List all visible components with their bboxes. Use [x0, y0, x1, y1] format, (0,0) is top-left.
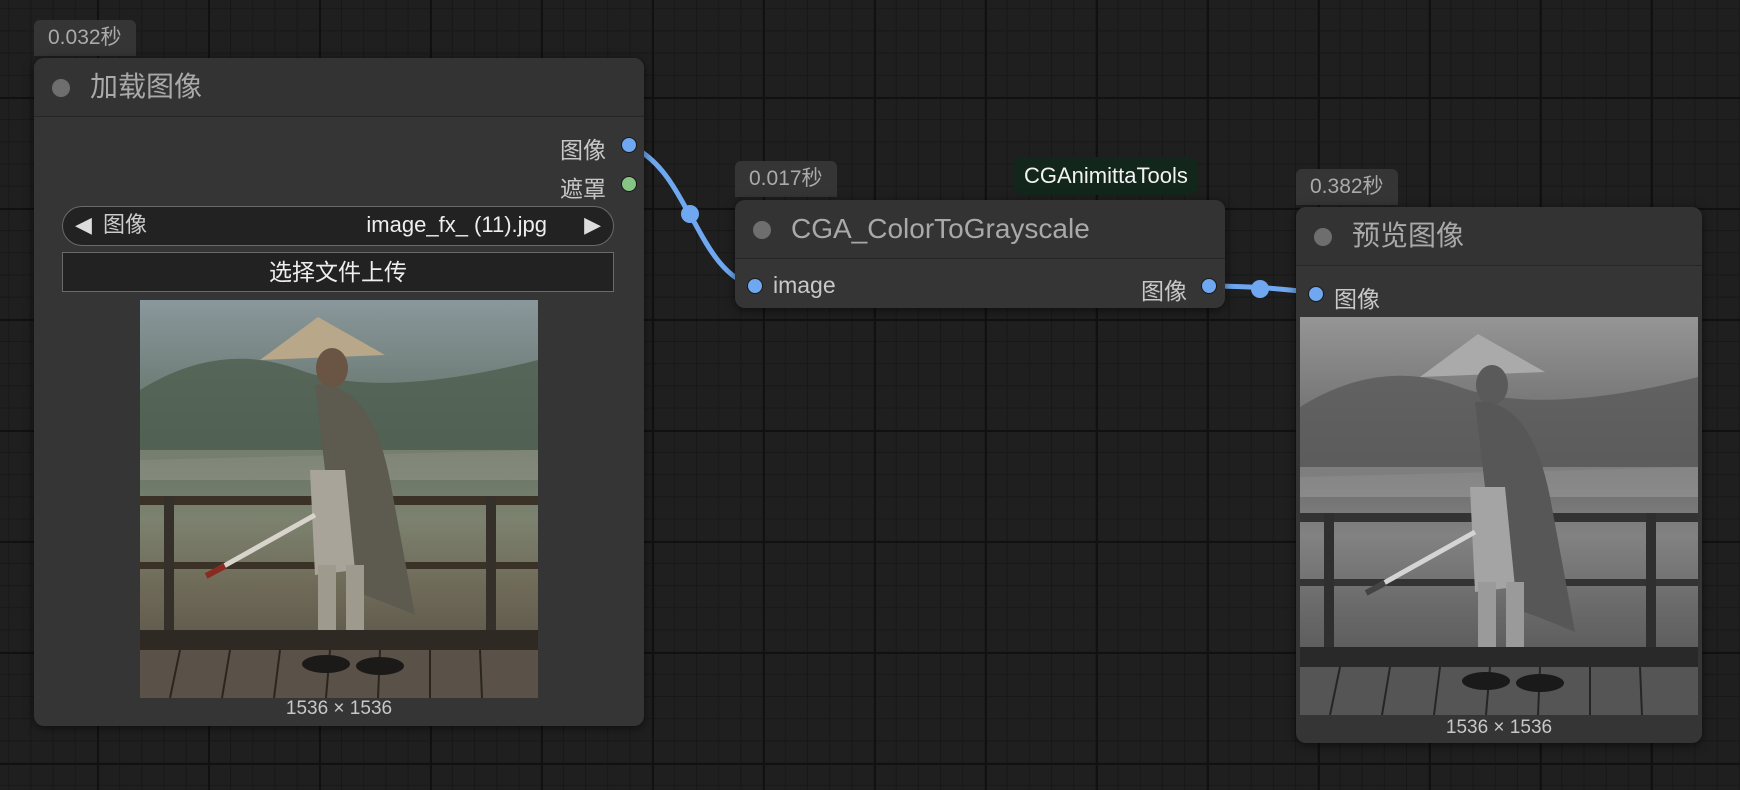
image-dimensions: 1536 × 1536	[1445, 717, 1553, 738]
input-slot-image[interactable]	[747, 278, 763, 294]
preview-image-node[interactable]: 预览图像 图像 1536 × 1536	[1296, 207, 1702, 743]
link-midpoint-handle[interactable]	[1251, 280, 1269, 298]
input-label-image: image	[773, 272, 836, 298]
combo-value: image_fx_ (11).jpg	[366, 212, 547, 237]
collapse-dot-icon[interactable]	[52, 79, 70, 97]
link-midpoint-handle[interactable]	[681, 205, 699, 223]
image-file-combo[interactable]: ◀ 图像 image_fx_ (11).jpg ▶	[62, 206, 614, 246]
warrior-grayscale-image	[1300, 317, 1698, 715]
loaded-image-preview	[140, 300, 538, 698]
upload-file-button[interactable]: 选择文件上传	[62, 252, 614, 292]
output-label-image: 图像	[560, 137, 606, 163]
node-title-bar[interactable]: CGA_ColorToGrayscale	[735, 200, 1225, 259]
collapse-dot-icon[interactable]	[753, 221, 771, 239]
node-title: CGA_ColorToGrayscale	[791, 213, 1090, 244]
warrior-color-image	[140, 300, 538, 698]
execution-time-badge: 0.382秒	[1296, 169, 1398, 205]
collapse-dot-icon[interactable]	[1314, 228, 1332, 246]
load-image-node[interactable]: 加载图像 图像 遮罩 ◀ 图像 image_fx_ (11).jpg ▶ 选择文…	[34, 58, 644, 726]
node-title: 预览图像	[1352, 220, 1465, 251]
input-label-image: 图像	[1334, 286, 1380, 312]
image-dimensions: 1536 × 1536	[285, 698, 393, 719]
preview-image	[1300, 317, 1698, 715]
node-title-bar[interactable]: 预览图像	[1296, 207, 1702, 266]
node-group-tag: CGAnimittaTools	[1014, 157, 1198, 195]
grayscale-node[interactable]: CGA_ColorToGrayscale image 图像	[735, 200, 1225, 308]
input-slot-image[interactable]	[1308, 286, 1324, 302]
combo-label: 图像	[103, 212, 148, 237]
output-slot-image[interactable]	[621, 137, 637, 153]
output-label-image: 图像	[1141, 278, 1187, 304]
output-slot-image[interactable]	[1201, 278, 1217, 294]
output-label-mask: 遮罩	[560, 176, 606, 202]
output-slot-mask[interactable]	[621, 176, 637, 192]
execution-time-badge: 0.017秒	[735, 161, 837, 197]
execution-time-badge: 0.032秒	[34, 20, 136, 56]
node-title-bar[interactable]: 加载图像	[34, 58, 644, 117]
next-arrow-icon[interactable]: ▶	[584, 207, 601, 243]
prev-arrow-icon[interactable]: ◀	[75, 207, 92, 243]
node-title: 加载图像	[90, 71, 203, 102]
